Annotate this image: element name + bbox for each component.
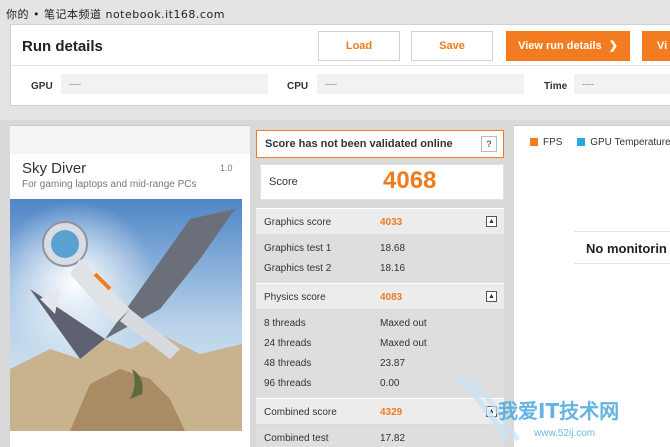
run-details-panel: Run details Load Save View run details ❯… (10, 24, 670, 106)
test-label: Graphics test 1 (264, 243, 332, 254)
test-label: 96 threads (264, 378, 312, 389)
physics-score-value: 4083 (380, 292, 403, 303)
test-card: Sky Diver 1.0 For gaming laptops and mid… (10, 125, 250, 447)
cpu-value: ---- (317, 74, 524, 94)
divider (574, 263, 670, 264)
time-label: Time (544, 81, 568, 92)
test-label: 48 threads (264, 358, 312, 369)
help-icon[interactable]: ? (481, 136, 497, 152)
view-run-details-button[interactable]: View run details ❯ (506, 31, 630, 61)
watermark-url: www.52ij.com (533, 428, 595, 439)
gpu-value: ---- (61, 74, 268, 94)
divider (574, 231, 670, 232)
test-label: Combined test (264, 433, 329, 444)
test-value: 18.68 (380, 243, 406, 254)
card-header-strip (10, 126, 250, 154)
watermark-text: 我爱IT技术网 (498, 399, 619, 423)
view-run-details-label: View run details (518, 40, 602, 52)
table-row: Graphics test 2 18.16 (256, 258, 504, 278)
collapse-icon[interactable]: ▲ (486, 216, 497, 227)
combined-score-label: Combined score (264, 407, 337, 418)
physics-score-label: Physics score (264, 292, 326, 303)
validation-text: Score has not been validated online (265, 138, 453, 150)
table-row: 24 threads Maxed out (256, 333, 504, 353)
graphics-tests: Graphics test 1 18.68 Graphics test 2 18… (256, 235, 504, 283)
time-value: ---- (574, 74, 670, 94)
page-title: Run details (22, 38, 103, 55)
view-button-truncated[interactable]: Vi (642, 31, 670, 61)
gpu-temp-swatch-icon (577, 138, 586, 146)
overall-score-box: Score 4068 (260, 164, 504, 200)
fps-legend-label: FPS (543, 137, 563, 148)
combined-score-value: 4329 (380, 407, 403, 418)
test-value: 0.00 (380, 378, 400, 389)
test-version: 1.0 (220, 163, 233, 173)
test-value: 17.82 (380, 433, 406, 444)
test-label: 8 threads (264, 318, 306, 329)
gpu-temp-legend-label: GPU Temperature (590, 137, 670, 148)
test-value: 18.16 (380, 263, 406, 274)
chevron-right-icon: ❯ (608, 40, 618, 52)
test-title: Sky Diver (22, 160, 87, 177)
load-button[interactable]: Load (318, 31, 400, 61)
score-label: Score (269, 176, 298, 188)
watermark-top: 你的 • 笔记本频道 notebook.it168.com (6, 8, 225, 21)
cpu-label: CPU (287, 81, 309, 92)
table-row: Graphics test 1 18.68 (256, 238, 504, 258)
fps-swatch-icon (530, 138, 538, 146)
test-subtitle: For gaming laptops and mid-range PCs (22, 179, 197, 190)
physics-score-row[interactable]: Physics score 4083 ▲ (256, 283, 504, 309)
graphics-score-value: 4033 (380, 217, 403, 228)
monitoring-legend: FPS GPU Temperature (530, 137, 670, 148)
collapse-icon[interactable]: ▲ (486, 291, 497, 302)
test-label: Graphics test 2 (264, 263, 332, 274)
test-label: 24 threads (264, 338, 312, 349)
sky-diver-artwork (10, 199, 242, 431)
score-value: 4068 (383, 167, 437, 194)
graphics-score-label: Graphics score (264, 217, 332, 228)
watermark-logo: 我爱IT技术网 www.52ij.com (455, 373, 619, 442)
no-monitoring-message: No monitorin (586, 241, 667, 256)
test-value: Maxed out (380, 318, 427, 329)
test-value: Maxed out (380, 338, 427, 349)
save-button[interactable]: Save (411, 31, 493, 61)
skydiver-illustration (10, 199, 242, 431)
graphics-score-row[interactable]: Graphics score 4033 ▲ (256, 208, 504, 234)
gpu-label: GPU (31, 81, 53, 92)
table-row: 8 threads Maxed out (256, 313, 504, 333)
test-value: 23.87 (380, 358, 406, 369)
divider (11, 65, 670, 66)
watermark-bottom: 我爱IT技术网 www.52ij.com (448, 370, 670, 447)
validation-banner: Score has not been validated online ? (256, 130, 504, 158)
